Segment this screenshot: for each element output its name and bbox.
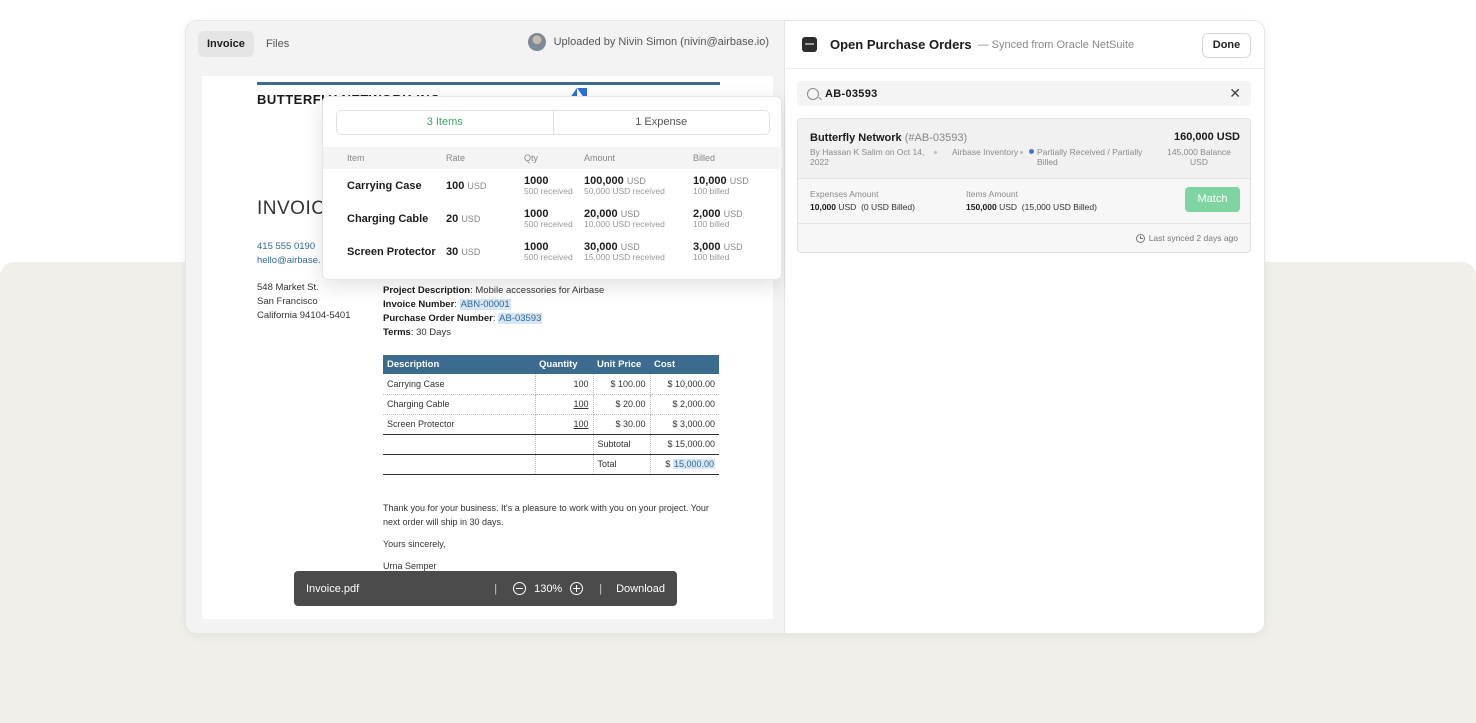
pdf-filename: Invoice.pdf (306, 582, 360, 595)
subtotal-row: Subtotal $ 15,000.00 (383, 433, 719, 455)
po-summary: Butterfly Network (#AB-03593) By Hassan … (798, 119, 1250, 179)
po-items-popover: 3 Items 1 Expense Item Rate Qty Amount B… (322, 96, 782, 280)
doc-sincerely: Yours sincerely, (383, 539, 446, 549)
panel-header: Open Purchase Orders — Synced from Oracl… (786, 21, 1264, 69)
zoom-level: 130% (534, 582, 563, 595)
expenses-label: Expenses Amount (810, 189, 879, 199)
terms: Terms: 30 Days (383, 327, 451, 338)
uploaded-by: Uploaded by Nivin Simon (nivin@airbase.i… (527, 33, 769, 51)
zoom-in-icon[interactable] (570, 582, 584, 595)
po-created-by: By Hassan K Salim on Oct 14, 2022 (810, 147, 925, 167)
po-source: Airbase Inventory (952, 147, 1019, 157)
clock-icon (1135, 233, 1145, 243)
pdf-viewer-toolbar: Invoice.pdf | 130% | Download (294, 571, 677, 606)
doc-signature: Urna Semper (383, 561, 437, 571)
match-button[interactable]: Match (1185, 187, 1240, 212)
app-window: Invoice Files Uploaded by Nivin Simon (n… (185, 20, 1265, 634)
items-label: Items Amount (966, 189, 1018, 199)
address-line: California 94104-5401 (257, 310, 351, 321)
doc-contact: 415 555 0190 hello@airbase. (257, 240, 321, 268)
table-row: Charging Cable 20 USD 1000 500 received 2… (347, 208, 743, 229)
po-card[interactable]: Butterfly Network (#AB-03593) By Hassan … (797, 118, 1251, 253)
close-icon[interactable]: ✕ (1229, 85, 1241, 102)
download-button[interactable]: Download (616, 583, 665, 595)
tab-expense[interactable]: 1 Expense (554, 111, 770, 134)
table-row: Carrying Case 100 USD 1000 500 received 1… (347, 175, 749, 196)
po-amount: 160,000 USD (1173, 131, 1240, 143)
panel-subtitle: — Synced from Oracle NetSuite (977, 38, 1135, 51)
po-number-highlight: AB-03593 (498, 313, 543, 324)
purchase-orders-panel: Open Purchase Orders — Synced from Oracl… (786, 21, 1264, 633)
avatar (527, 33, 546, 51)
done-button[interactable]: Done (1202, 33, 1251, 58)
items-expense-toggle: 3 Items 1 Expense (336, 110, 770, 135)
col-header: Cost (650, 355, 719, 374)
doc-thanks: Thank you for your business. It's a plea… (383, 503, 709, 527)
netsuite-icon (802, 37, 817, 52)
total-row: Total $ 15,000.00 (383, 454, 719, 475)
status-badge: Partially Received / Partially Billed (1029, 147, 1154, 167)
po-search[interactable]: AB-03593 ✕ (797, 81, 1251, 106)
col-header: Description (383, 355, 535, 374)
po-items-table: Item Rate Qty Amount Billed Carrying Cas… (323, 147, 782, 268)
total-highlight: 15,000.00 (672, 459, 715, 469)
document-toolbar: Invoice Files Uploaded by Nivin Simon (n… (186, 21, 785, 73)
tab-items[interactable]: 3 Items (337, 111, 554, 134)
po-amounts: Expenses Amount 10,000 USD (0 USD Billed… (798, 179, 1250, 224)
table-row: Screen Protector 30 USD 1000 500 received… (347, 241, 743, 262)
tab-invoice[interactable]: Invoice (198, 31, 254, 57)
last-synced-text: Last synced 2 days ago (1148, 233, 1238, 243)
col-header: Unit Price (593, 355, 650, 374)
invoice-number-highlight: ABN-00001 (459, 299, 511, 310)
invoice-number: Invoice Number: ABN-00001 (383, 299, 511, 310)
doc-divider (257, 82, 720, 85)
uploaded-by-text: Uploaded by Nivin Simon (nivin@airbase.i… (553, 36, 769, 48)
address-line: San Francisco (257, 296, 318, 307)
table-row: Screen Protector 100 $ 30.00 $ 3,000.00 (383, 414, 719, 435)
doc-address: 548 Market St. San Francisco California … (257, 281, 350, 323)
search-icon (807, 87, 819, 100)
panel-title: Open Purchase Orders (830, 37, 972, 52)
zoom-out-icon[interactable] (513, 582, 527, 595)
table-row: Carrying Case 100 $ 100.00 $ 10,000.00 (383, 374, 719, 395)
po-balance: 145,000 Balance USD (1167, 147, 1231, 167)
project-description: Project Description: Mobile accessories … (383, 285, 605, 296)
items-value: 150,000 USD (15,000 USD Billed) (966, 202, 1097, 212)
doc-phone: 415 555 0190 (257, 241, 316, 252)
po-vendor: Butterfly Network (#AB-03593) (810, 132, 968, 144)
po-number: Purchase Order Number: AB-03593 (383, 313, 543, 324)
col-header: Quantity (535, 355, 593, 374)
tab-files[interactable]: Files (257, 31, 298, 57)
expenses-value: 10,000 USD (0 USD Billed) (810, 202, 915, 212)
table-row: Charging Cable 100 $ 20.00 $ 2,000.00 (383, 394, 719, 415)
doc-meta: Project Description: Mobile accessories … (383, 284, 604, 340)
po-number: (#AB-03593) (904, 132, 968, 144)
invoice-line-items-table: Description Quantity Unit Price Cost Car… (383, 355, 719, 475)
po-items-header: Item Rate Qty Amount Billed (323, 147, 782, 169)
last-synced: Last synced 2 days ago (1135, 233, 1238, 243)
document-pane: Invoice Files Uploaded by Nivin Simon (n… (186, 21, 785, 633)
address-line: 548 Market St. (257, 282, 319, 293)
doc-email: hello@airbase. (257, 255, 321, 266)
search-input[interactable]: AB-03593 (825, 88, 1229, 100)
